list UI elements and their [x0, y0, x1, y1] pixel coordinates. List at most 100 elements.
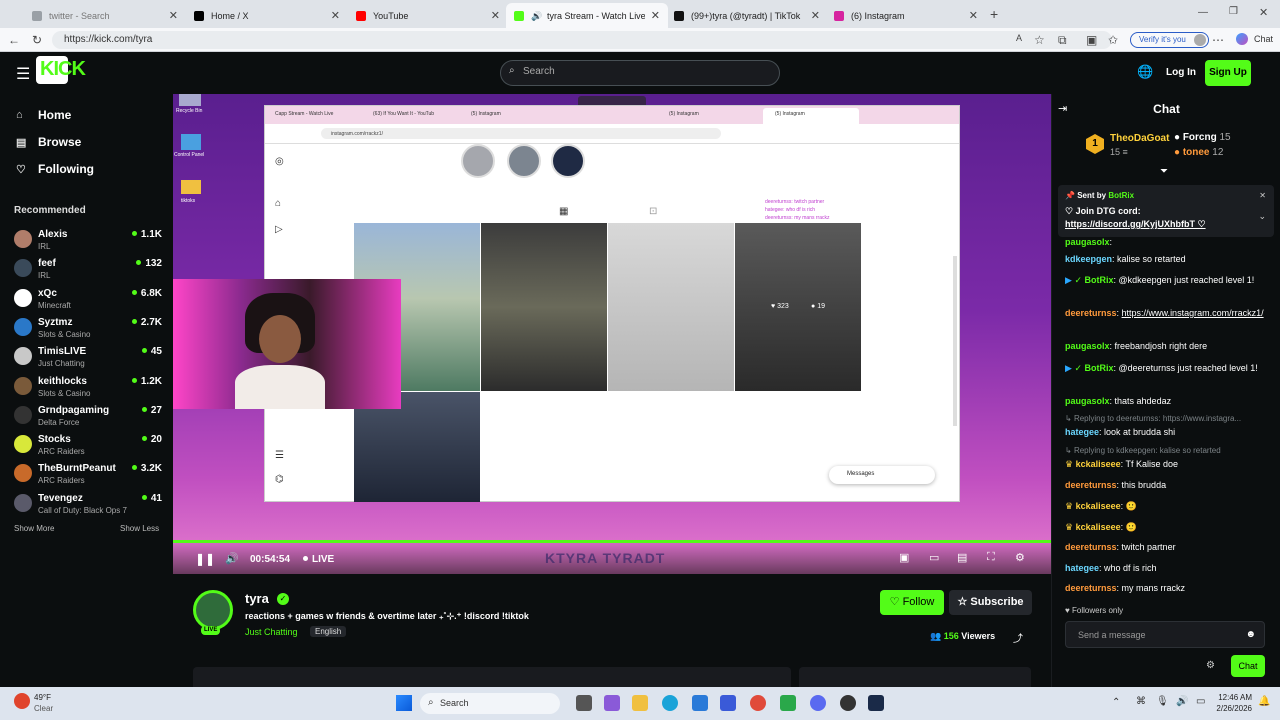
discord-icon[interactable] [810, 695, 826, 711]
sidebar-channel[interactable]: keithlocks Slots & Casino 1.2K [14, 375, 162, 403]
store-icon[interactable] [692, 695, 708, 711]
outlook-icon[interactable] [720, 695, 736, 711]
language-tag[interactable]: English [310, 626, 347, 637]
favorite-star-icon[interactable]: ☆ [1034, 33, 1045, 47]
weather-icon[interactable] [14, 693, 30, 709]
streamer-avatar[interactable] [193, 590, 233, 630]
subscribe-button[interactable]: ☆ Subscribe [949, 590, 1032, 615]
chat-username[interactable]: paugasolx [1065, 341, 1110, 351]
pinned-link[interactable]: https://discord.gg/KyjUXhbfbT ♡ [1065, 219, 1206, 230]
pip-icon[interactable]: ▣ [899, 551, 909, 564]
show-more-button[interactable]: Show More [14, 524, 54, 533]
sidebar-item-following[interactable]: ♡ Following [16, 162, 94, 176]
chat-username[interactable]: deereturnss [1065, 542, 1117, 552]
sidebar-channel[interactable]: TheBurntPeanut ARC Raiders 3.2K [14, 462, 162, 490]
login-button[interactable]: Log In [1166, 67, 1196, 78]
notifications-icon[interactable]: 🔔 [1258, 696, 1270, 707]
chat-username[interactable]: BotRix [1085, 275, 1114, 285]
favorites-icon[interactable]: ✩ [1108, 33, 1118, 47]
chat-input[interactable]: Send a message ☻ [1065, 621, 1265, 648]
fullscreen-icon[interactable]: ⛶ [987, 551, 995, 564]
chat-username[interactable]: hategee [1065, 563, 1099, 573]
taskbar-search[interactable]: ⌕ Search [420, 693, 560, 714]
top-gifter-name[interactable]: TheoDaGoat [1110, 133, 1169, 144]
windows-start-icon[interactable] [396, 695, 412, 711]
sidebar-channel[interactable]: feef IRL 132 [14, 257, 162, 285]
pause-button[interactable]: ❚❚ [195, 552, 215, 566]
share-icon[interactable]: ⤴ [1013, 630, 1023, 645]
close-icon[interactable]: ✕ [811, 9, 820, 22]
sidebar-channel[interactable]: Tevengez Call of Duty: Black Ops 7 41 [14, 492, 162, 520]
chrome-icon[interactable] [750, 695, 766, 711]
tab-instagram[interactable]: (6) Instagram ✕ [826, 3, 986, 28]
sidebar-channel[interactable]: Stocks ARC Raiders 20 [14, 433, 162, 461]
chat-username[interactable]: deereturnss [1065, 480, 1117, 490]
mic-icon[interactable]: 🎙 [1156, 696, 1169, 707]
close-icon[interactable]: ✕ [331, 9, 340, 22]
speaker-icon[interactable]: 🔊 [1176, 696, 1188, 707]
kick-logo[interactable]: KICK [40, 58, 86, 81]
gifter-2[interactable]: ● Forcng 15 [1174, 132, 1231, 143]
window-close-button[interactable]: ✕ [1259, 6, 1268, 19]
extensions-icon[interactable]: ⧉ [1058, 33, 1067, 48]
streamer-name[interactable]: tyra [245, 591, 269, 606]
progress-bar[interactable] [173, 540, 1051, 543]
gifter-3[interactable]: ● tonee 12 [1174, 147, 1223, 158]
sidebar-channel[interactable]: TimisLIVE Just Chatting 45 [14, 345, 162, 373]
tab-tiktok[interactable]: (99+)tyra (@tyradt) | TikTok ✕ [666, 3, 828, 28]
new-tab-button[interactable]: + [990, 6, 998, 22]
close-icon[interactable]: ✕ [651, 9, 660, 22]
chat-username[interactable]: hategee [1065, 427, 1099, 437]
tray-chevron-icon[interactable]: ⌃ [1112, 697, 1120, 708]
clip-icon[interactable]: ▭ [929, 551, 939, 564]
theater-mode-icon[interactable]: ▤ [957, 551, 967, 564]
clock-date[interactable]: 2/26/2026 [1208, 704, 1252, 713]
filter-icon[interactable]: ⏷ [1160, 166, 1168, 177]
tab-twitter-search[interactable]: twitter - Search ✕ [24, 3, 186, 28]
sidebar-channel[interactable]: Grndpagaming Delta Force 27 [14, 404, 162, 432]
network-icon[interactable]: ⌘ [1136, 696, 1146, 707]
tab-youtube[interactable]: YouTube ✕ [348, 3, 508, 28]
volume-icon[interactable]: 🔊 [225, 552, 239, 565]
close-icon[interactable]: ✕ [169, 9, 178, 22]
file-explorer-icon[interactable] [632, 695, 648, 711]
refresh-button[interactable]: ↻ [32, 33, 42, 47]
chat-username[interactable]: kckaliseee [1076, 522, 1121, 532]
chat-username[interactable]: paugasolx [1065, 237, 1110, 247]
clock-time[interactable]: 12:46 AM [1212, 693, 1252, 702]
url-field[interactable]: https://kick.com/tyra [52, 31, 1112, 49]
edge-icon[interactable] [662, 695, 678, 711]
show-less-button[interactable]: Show Less [120, 524, 159, 533]
sidebar-item-home[interactable]: ⌂ Home [16, 108, 71, 122]
chevron-down-icon[interactable]: ⌄ [1258, 211, 1266, 222]
category-link[interactable]: Just Chatting [245, 627, 298, 637]
send-chat-button[interactable]: Chat [1231, 655, 1265, 677]
sidebar-channel[interactable]: Alexis IRL 1.1K [14, 228, 162, 256]
verify-button[interactable]: Verify it's you [1130, 32, 1209, 48]
follow-button[interactable]: ♡ Follow [880, 590, 944, 615]
chat-settings-icon[interactable]: ⚙ [1206, 660, 1215, 671]
emoji-icon[interactable]: ☻ [1245, 629, 1256, 640]
chat-username[interactable]: kckaliseee [1076, 459, 1121, 469]
sidebar-channel[interactable]: Syztmz Slots & Casino 2.7K [14, 316, 162, 344]
search-input[interactable]: ⌕ Search [500, 60, 780, 86]
chat-username[interactable]: kckaliseee [1076, 501, 1121, 511]
steam-icon[interactable] [868, 695, 884, 711]
chat-username[interactable]: deereturnss [1065, 583, 1117, 593]
settings-gear-icon[interactable]: ⚙ [1015, 551, 1025, 564]
task-view-icon[interactable] [576, 695, 592, 711]
copilot-icon[interactable] [1236, 33, 1248, 45]
back-button[interactable]: ← [8, 33, 20, 47]
sidebar-item-browse[interactable]: ▤ Browse [16, 135, 81, 149]
menu-icon[interactable]: ☰ [16, 64, 30, 84]
minimize-button[interactable]: — [1198, 7, 1208, 18]
tab-home-x[interactable]: Home / X ✕ [186, 3, 348, 28]
read-aloud-icon[interactable]: A [1016, 33, 1022, 43]
chat-username[interactable]: deereturnss [1065, 308, 1117, 318]
close-icon[interactable]: ✕ [969, 9, 978, 22]
reply-context[interactable]: ↳ Replying to kdkeepgen: kalise so retar… [1065, 446, 1221, 455]
chat-username[interactable]: BotRix [1085, 363, 1114, 373]
sidebar-channel[interactable]: xQc Minecraft 6.8K [14, 287, 162, 315]
battery-icon[interactable]: ▭ [1196, 696, 1205, 707]
chat-username[interactable]: paugasolx [1065, 396, 1110, 406]
